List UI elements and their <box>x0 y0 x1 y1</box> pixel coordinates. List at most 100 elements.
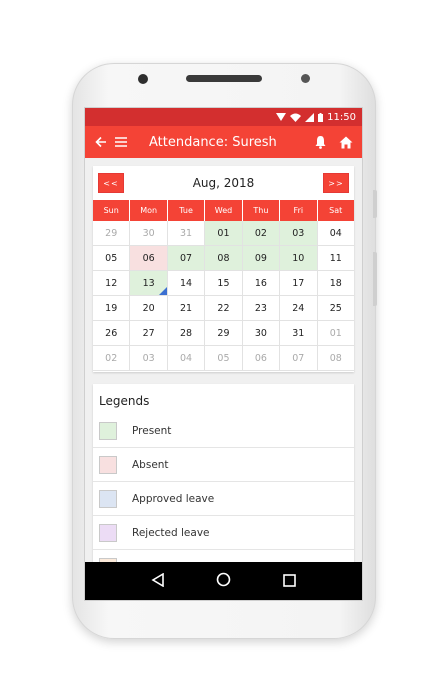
weekday-label: Wed <box>205 200 243 221</box>
month-label: Aug, 2018 <box>192 176 255 190</box>
app-bar: Attendance: Suresh <box>85 126 362 158</box>
legend-list: Present Absent Approved leave Rejected leav… <box>93 414 354 562</box>
day-number: 29 <box>217 327 230 339</box>
calendar-day-cell[interactable]: 02 <box>93 346 131 371</box>
notification-icon <box>276 112 287 122</box>
today-marker-icon <box>158 287 167 295</box>
calendar-day-cell[interactable]: 07 <box>167 246 206 271</box>
day-number: 04 <box>329 227 342 239</box>
calendar-day-cell[interactable]: 06 <box>130 246 168 271</box>
calendar-day-cell[interactable]: 30 <box>130 221 168 246</box>
nav-back-icon[interactable] <box>151 572 165 591</box>
day-number: 13 <box>142 277 155 289</box>
weekday-label: Thu <box>243 200 281 221</box>
day-number: 16 <box>254 277 267 289</box>
weekday-label: Sat <box>329 206 343 215</box>
day-number: 14 <box>180 277 193 289</box>
legend-swatch <box>99 455 117 474</box>
day-number: 01 <box>329 327 342 339</box>
calendar-day-cell[interactable]: 08 <box>205 246 243 271</box>
calendar-week-row: 26 27 28 29 30 31 01 <box>93 321 354 346</box>
day-number: 11 <box>329 252 342 264</box>
next-month-button[interactable]: >> <box>322 173 349 193</box>
nav-home-icon[interactable] <box>216 572 231 591</box>
calendar-day-cell[interactable]: 29 <box>93 221 131 246</box>
content-area: << Aug, 2018 >> Sun Mon Tue Wed Thu Fri Sat 29… <box>85 158 362 562</box>
calendar-day-cell[interactable]: 30 <box>242 321 281 346</box>
calendar-day-cell[interactable]: 14 <box>167 271 206 296</box>
calendar-day-cell[interactable]: 15 <box>205 271 243 296</box>
calendar-day-cell[interactable]: 31 <box>280 321 318 346</box>
back-arrow-icon[interactable] <box>91 132 111 152</box>
calendar-week-row: 12 13 14 15 16 17 18 <box>93 271 354 296</box>
calendar-day-cell[interactable]: 04 <box>167 346 206 371</box>
calendar-day-cell[interactable]: 10 <box>280 246 318 271</box>
day-number: 25 <box>329 302 342 314</box>
calendar-day-cell[interactable]: 24 <box>280 296 318 321</box>
calendar-day-cell[interactable]: 01 <box>205 221 243 246</box>
calendar-day-cell[interactable]: 16 <box>242 271 281 296</box>
prev-month-button[interactable]: << <box>98 173 124 193</box>
legend-label: Rejected leave <box>132 526 210 539</box>
phone-screen: 11:50 Attendance: Suresh << Aug, 2018 >>… <box>85 108 362 600</box>
legends-card: Legends Present Absent Approved leave Rejec… <box>93 384 354 562</box>
home-icon[interactable] <box>336 132 356 152</box>
calendar-day-cell[interactable]: 25 <box>317 296 354 321</box>
calendar-day-cell[interactable]: 09 <box>242 246 281 271</box>
calendar-day-cell[interactable]: 19 <box>93 296 131 321</box>
calendar-day-cell[interactable]: 28 <box>167 321 206 346</box>
day-number: 18 <box>329 277 342 289</box>
day-number: 12 <box>105 277 118 289</box>
day-number: 05 <box>105 252 118 264</box>
calendar-day-cell[interactable]: 22 <box>205 296 243 321</box>
calendar-day-cell[interactable]: 05 <box>93 246 131 271</box>
day-number: 02 <box>254 227 267 239</box>
calendar-day-cell[interactable]: 26 <box>93 321 131 346</box>
calendar-week-row: 19 20 21 22 23 24 25 <box>93 296 354 321</box>
calendar-day-cell[interactable]: 03 <box>280 221 318 246</box>
calendar-week-row: 29 30 31 01 02 03 04 <box>93 221 354 246</box>
calendar-day-cell[interactable]: 27 <box>130 321 168 346</box>
calendar-day-cell[interactable]: 13 <box>130 271 168 296</box>
power-button <box>373 252 377 306</box>
calendar-day-cell[interactable]: 31 <box>167 221 206 246</box>
weekday-label: Tue <box>168 200 206 221</box>
day-number: 09 <box>254 252 267 264</box>
calendar-day-cell[interactable]: 29 <box>205 321 243 346</box>
day-number: 20 <box>142 302 155 314</box>
calendar-day-cell[interactable]: 11 <box>317 246 354 271</box>
calendar-day-cell[interactable]: 06 <box>242 346 281 371</box>
calendar-day-cell[interactable]: 12 <box>93 271 131 296</box>
day-number: 30 <box>142 227 155 239</box>
battery-icon <box>318 112 324 122</box>
day-number: 01 <box>217 227 230 239</box>
calendar-day-cell[interactable]: 20 <box>130 296 168 321</box>
proximity-sensor <box>301 74 310 83</box>
day-number: 26 <box>105 327 118 339</box>
legend-label: Present <box>132 424 172 437</box>
weekday-label: Sun <box>93 200 131 221</box>
calendar-day-cell[interactable]: 03 <box>130 346 168 371</box>
legend-label: Approved leave <box>132 492 215 505</box>
day-number: 04 <box>180 352 193 364</box>
page-title: Attendance: Suresh <box>149 134 277 150</box>
calendar-day-cell[interactable]: 02 <box>242 221 281 246</box>
day-number: 31 <box>180 227 193 239</box>
menu-icon[interactable] <box>111 132 131 152</box>
calendar-day-cell[interactable]: 07 <box>280 346 318 371</box>
signal-icon <box>305 112 315 122</box>
day-number: 07 <box>180 252 193 264</box>
day-number: 28 <box>180 327 193 339</box>
calendar-day-cell[interactable]: 17 <box>280 271 318 296</box>
bell-icon[interactable] <box>310 132 330 152</box>
calendar-header: << Aug, 2018 >> <box>93 166 354 200</box>
calendar-day-cell[interactable]: 08 <box>317 346 354 371</box>
calendar-day-cell[interactable]: 05 <box>205 346 243 371</box>
nav-recents-icon[interactable] <box>283 572 296 591</box>
calendar-day-cell[interactable]: 01 <box>317 321 354 346</box>
calendar-day-cell[interactable]: 04 <box>317 221 354 246</box>
calendar-day-cell[interactable]: 21 <box>167 296 206 321</box>
day-number: 07 <box>292 352 305 364</box>
calendar-day-cell[interactable]: 23 <box>242 296 281 321</box>
calendar-day-cell[interactable]: 18 <box>317 271 354 296</box>
